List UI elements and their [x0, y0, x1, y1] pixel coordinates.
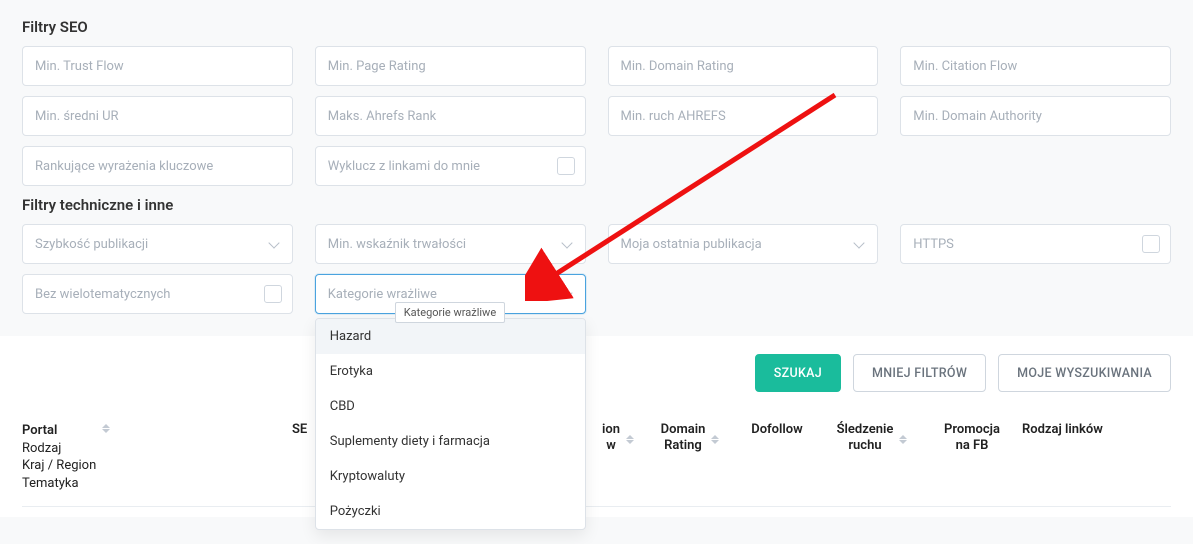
- option-kryptowaluty[interactable]: Kryptowaluty: [316, 459, 585, 494]
- col-promocja-l1: Promocja: [944, 422, 1000, 438]
- min-domain-rating-input[interactable]: [608, 46, 879, 86]
- col-domain-rating-l1: Domain: [661, 422, 706, 438]
- col-frag-ion[interactable]: ion w: [588, 422, 648, 455]
- sort-icon[interactable]: [102, 424, 110, 433]
- sensitive-categories-tooltip: Kategorie wrażliwe: [395, 302, 505, 323]
- no-multitopic-label: Bez wielotematycznych: [35, 287, 264, 302]
- min-page-rating-input[interactable]: [315, 46, 586, 86]
- table-header-row: Portal Rodzaj Kraj / Region Tematyka SE …: [22, 422, 1171, 507]
- https-label: HTTPS: [913, 237, 1142, 252]
- exclude-my-links-checkbox[interactable]: [557, 157, 575, 175]
- exclude-my-links-field[interactable]: Wyklucz z linkami do mnie: [315, 146, 586, 186]
- col-portal-sub2: Kraj / Region: [22, 457, 96, 475]
- sensitive-categories-placeholder: Kategorie wrażliwe: [328, 287, 563, 302]
- min-durability-select[interactable]: Min. wskaźnik trwałości: [315, 224, 586, 264]
- maks-ahrefs-rank-input[interactable]: [315, 96, 586, 136]
- min-trust-flow-input[interactable]: [22, 46, 293, 86]
- col-portal[interactable]: Portal Rodzaj Kraj / Region Tematyka: [22, 422, 292, 492]
- col-portal-sub1: Rodzaj: [22, 440, 96, 458]
- my-last-publication-select[interactable]: Moja ostatnia publikacja: [608, 224, 879, 264]
- col-domain-rating-l2: Rating: [664, 438, 702, 454]
- search-button[interactable]: SZUKAJ: [755, 354, 841, 392]
- chevron-down-icon: [563, 239, 573, 249]
- no-multitopic-checkbox[interactable]: [264, 285, 282, 303]
- col-promocja-l2: na FB: [956, 438, 989, 454]
- option-erotyka[interactable]: Erotyka: [316, 354, 585, 389]
- col-portal-label: Portal: [22, 422, 96, 440]
- col-sledzenie-l1: Śledzenie: [837, 422, 894, 438]
- publication-speed-placeholder: Szybkość publikacji: [35, 237, 270, 252]
- min-ruch-ahrefs-input[interactable]: [608, 96, 879, 136]
- tech-filters-title: Filtry techniczne i inne: [22, 196, 1171, 214]
- option-pozyczki[interactable]: Pożyczki: [316, 494, 585, 529]
- col-promocja: Promocja na FB: [922, 422, 1022, 455]
- chevron-down-icon: [270, 239, 280, 249]
- col-dofollow: Dofollow: [732, 422, 822, 437]
- https-field[interactable]: HTTPS: [900, 224, 1171, 264]
- col-domain-rating[interactable]: Domain Rating: [648, 422, 732, 455]
- col-rodzaj-linkow-label: Rodzaj linków: [1022, 422, 1103, 437]
- seo-filters-title: Filtry SEO: [22, 18, 1171, 36]
- publication-speed-select[interactable]: Szybkość publikacji: [22, 224, 293, 264]
- my-last-publication-placeholder: Moja ostatnia publikacja: [621, 237, 856, 252]
- option-hazard[interactable]: Hazard: [316, 319, 585, 354]
- col-sledzenie-l2: ruchu: [848, 438, 881, 454]
- option-suplementy[interactable]: Suplementy diety i farmacja: [316, 424, 585, 459]
- chevron-down-icon: [563, 289, 573, 299]
- col-frag-ion-l1: ion: [602, 422, 620, 438]
- col-sledzenie[interactable]: Śledzenie ruchu: [822, 422, 922, 455]
- col-rodzaj-linkow: Rodzaj linków: [1022, 422, 1142, 437]
- chevron-down-icon: [855, 239, 865, 249]
- sort-icon[interactable]: [899, 435, 907, 444]
- less-filters-button[interactable]: MNIEJ FILTRÓW: [853, 354, 986, 392]
- sort-icon[interactable]: [711, 435, 719, 444]
- col-dofollow-label: Dofollow: [751, 422, 803, 437]
- option-cbd[interactable]: CBD: [316, 389, 585, 424]
- my-searches-button[interactable]: MOJE WYSZUKIWANIA: [998, 354, 1171, 392]
- exclude-my-links-label: Wyklucz z linkami do mnie: [328, 159, 557, 174]
- sort-icon[interactable]: [626, 435, 634, 444]
- min-citation-flow-input[interactable]: [900, 46, 1171, 86]
- min-sredni-ur-input[interactable]: [22, 96, 293, 136]
- min-durability-placeholder: Min. wskaźnik trwałości: [328, 237, 563, 252]
- col-portal-sub3: Tematyka: [22, 475, 96, 493]
- no-multitopic-field[interactable]: Bez wielotematycznych: [22, 274, 293, 314]
- min-domain-authority-input[interactable]: [900, 96, 1171, 136]
- col-seo-label: SE: [292, 422, 307, 437]
- col-frag-ion-l2: w: [606, 438, 616, 454]
- https-checkbox[interactable]: [1142, 235, 1160, 253]
- ranking-phrases-input[interactable]: [22, 146, 293, 186]
- sensitive-categories-dropdown: Hazard Erotyka CBD Suplementy diety i fa…: [315, 318, 586, 530]
